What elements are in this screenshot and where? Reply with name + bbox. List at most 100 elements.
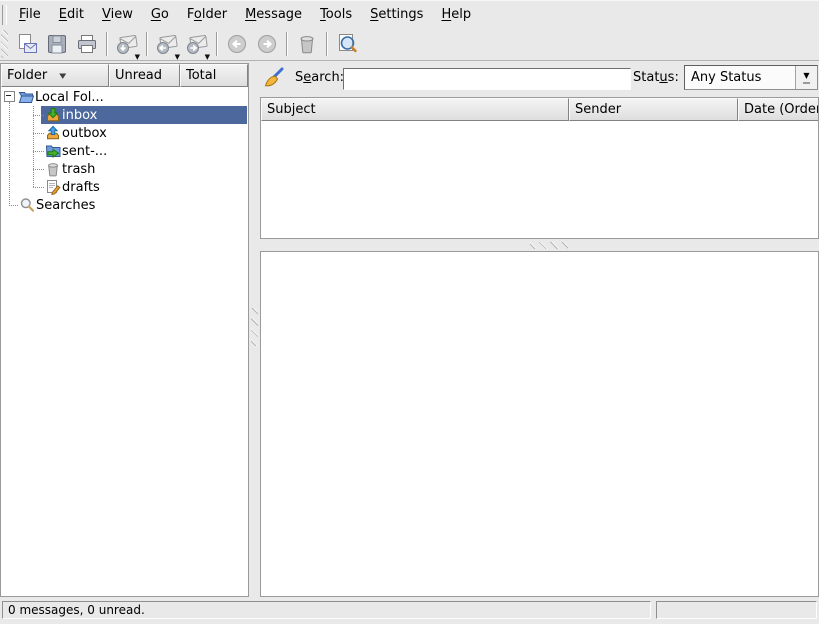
forward-nav-icon [255, 32, 279, 56]
folder-item-sent-mail[interactable]: sent-... [1, 142, 248, 160]
splitter-grip [251, 308, 258, 346]
go-forward-button[interactable] [252, 30, 282, 58]
kmail-window: File Edit View Go Folder Message Tools S… [0, 0, 819, 624]
menu-help[interactable]: Help [432, 2, 480, 27]
folder-item-label: sent-... [61, 143, 110, 160]
search-input[interactable] [343, 68, 631, 90]
sent-mail-icon [45, 143, 61, 159]
folder-item-inbox[interactable]: inbox [1, 106, 248, 124]
folder-item-label: Searches [35, 197, 98, 214]
menu-folder[interactable]: Folder [178, 2, 236, 27]
find-messages-icon [335, 32, 359, 56]
column-header-subject[interactable]: Subject [261, 98, 569, 121]
toolbar-drag-handle[interactable] [1, 30, 8, 58]
trash-icon [295, 32, 319, 56]
sort-descending-icon: ▼ [59, 72, 66, 80]
horizontal-splitter[interactable] [260, 239, 819, 251]
clear-search-button[interactable] [261, 66, 289, 94]
new-message-button[interactable] [12, 30, 42, 58]
message-list: Subject Sender Date (Order of Arrival) [260, 97, 819, 239]
column-header-label: Total [186, 68, 216, 83]
quick-search-bar: Search: Status: Any Status ▼ [260, 63, 819, 96]
status-combobox-value: Any Status [685, 70, 795, 85]
folder-item-label: Local Fol... [34, 89, 107, 106]
folder-item-label: inbox [61, 107, 100, 124]
folder-item-outbox[interactable]: outbox [1, 124, 248, 142]
forward-button[interactable]: ▼ [182, 30, 212, 58]
message-preview-pane [260, 251, 819, 597]
folder-item-drafts[interactable]: drafts [1, 178, 248, 196]
menubar: File Edit View Go Folder Message Tools S… [0, 0, 819, 29]
message-list-body [261, 121, 818, 238]
reply-button[interactable]: ▼ [152, 30, 182, 58]
menu-go[interactable]: Go [142, 2, 178, 27]
open-folder-icon [18, 89, 34, 105]
dropdown-caret-icon[interactable]: ▼ [205, 54, 210, 61]
column-header-total[interactable]: Total [180, 64, 248, 87]
statusbar-message-count: 0 messages, 0 unread. [2, 601, 651, 619]
message-list-header: Subject Sender Date (Order of Arrival) [261, 98, 818, 121]
menubar-drag-handle[interactable] [2, 5, 7, 25]
column-header-label: Subject [267, 102, 316, 117]
main-area: Folder ▼ Unread Total [0, 62, 819, 598]
statusbar: 0 messages, 0 unread. [0, 598, 819, 624]
column-header-label: Unread [115, 68, 162, 83]
column-header-label: Folder [7, 68, 47, 83]
status-label: Status: [633, 70, 679, 85]
main-toolbar: ▼ ▼ ▼ [0, 28, 819, 61]
folder-item-label: trash [61, 161, 98, 178]
dropdown-caret-icon[interactable]: ▼ [175, 54, 180, 61]
toolbar-separator [146, 32, 148, 56]
combobox-arrow-button[interactable]: ▼ [795, 66, 817, 89]
broom-icon [263, 66, 287, 94]
column-header-label: Date (Order of Arrival) [744, 102, 818, 117]
splitter-grip [530, 242, 568, 249]
right-pane: Search: Status: Any Status ▼ Subject [260, 63, 819, 597]
back-icon [225, 32, 249, 56]
menu-file[interactable]: File [10, 2, 50, 27]
menu-settings[interactable]: Settings [361, 2, 432, 27]
column-header-unread[interactable]: Unread [109, 64, 180, 87]
dropdown-caret-icon[interactable]: ▼ [135, 54, 140, 61]
trash-button[interactable] [292, 30, 322, 58]
column-header-label: Sender [575, 102, 621, 117]
toolbar-separator [106, 32, 108, 56]
column-header-sender[interactable]: Sender [569, 98, 738, 121]
folder-item-trash[interactable]: trash [1, 160, 248, 178]
statusbar-text: 0 messages, 0 unread. [8, 603, 145, 617]
menu-edit[interactable]: Edit [50, 2, 93, 27]
folder-list-header: Folder ▼ Unread Total [1, 64, 248, 87]
go-back-button[interactable] [222, 30, 252, 58]
folder-list-panel: Folder ▼ Unread Total [0, 63, 249, 597]
folder-item-local-folders[interactable]: Local Fol... [1, 88, 248, 106]
folder-item-label: drafts [61, 179, 103, 196]
print-button[interactable] [72, 30, 102, 58]
menu-view[interactable]: View [93, 2, 142, 27]
status-combobox[interactable]: Any Status ▼ [684, 65, 818, 90]
toolbar-separator [286, 32, 288, 56]
folder-tree: Local Fol... inbox outbox [1, 87, 248, 596]
statusbar-section-right [656, 601, 817, 619]
column-header-date[interactable]: Date (Order of Arrival) [738, 98, 818, 121]
toolbar-separator [326, 32, 328, 56]
check-mail-button[interactable]: ▼ [112, 30, 142, 58]
save-icon [45, 32, 69, 56]
drafts-icon [45, 179, 61, 195]
folder-item-searches[interactable]: Searches [1, 196, 248, 214]
combobox-arrow-dash [803, 82, 810, 84]
new-message-icon [15, 32, 39, 56]
trash-folder-icon [45, 161, 61, 177]
inbox-icon [45, 107, 61, 123]
outbox-icon [45, 125, 61, 141]
menu-tools[interactable]: Tools [311, 2, 361, 27]
chevron-down-icon: ▼ [803, 72, 809, 80]
column-header-folder[interactable]: Folder ▼ [1, 64, 109, 87]
folder-item-label: outbox [61, 125, 110, 142]
vertical-splitter[interactable] [249, 63, 260, 597]
menu-message[interactable]: Message [236, 2, 311, 27]
search-label: Search: [295, 70, 344, 85]
save-button[interactable] [42, 30, 72, 58]
toolbar-separator [216, 32, 218, 56]
print-icon [75, 32, 99, 56]
find-messages-button[interactable] [332, 30, 362, 58]
